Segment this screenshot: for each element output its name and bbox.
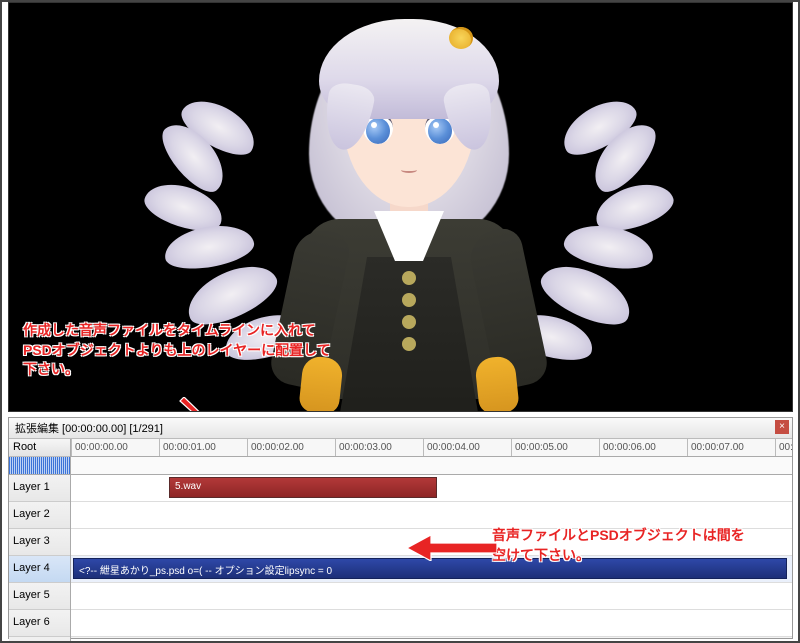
ruler-tick: 00:00:07.00	[687, 439, 775, 456]
ruler-tick: 00:00:03.00	[335, 439, 423, 456]
layer-label-column: Root Layer 1 Layer 2 Layer 3 Layer 4 Lay…	[9, 439, 71, 641]
timeline-titlebar[interactable]: 拡張編集 [00:00:00.00] [1/291] ×	[9, 418, 792, 439]
ruler-tick: 00:00:02.00	[247, 439, 335, 456]
annotation-text-1: 作成した音声ファイルをタイムラインに入れてPSDオブジェクトよりも上のレイヤーに…	[23, 321, 333, 380]
waveform-thumbnail[interactable]	[9, 457, 70, 475]
root-label[interactable]: Root	[9, 439, 70, 457]
layer-label-4[interactable]: Layer 4	[9, 556, 70, 583]
track-row-5[interactable]	[71, 583, 792, 610]
audio-clip[interactable]: 5.wav	[169, 477, 437, 498]
annotation-text-2: 音声ファイルとPSDオブジェクトは間を空けて下さい。	[492, 526, 782, 565]
layer-label-5[interactable]: Layer 5	[9, 583, 70, 610]
layer-label-1[interactable]: Layer 1	[9, 475, 70, 502]
track-row-2[interactable]	[71, 502, 792, 529]
ruler-tick: 00:00:01.00	[159, 439, 247, 456]
hair-ornament-icon	[449, 27, 473, 49]
ruler-tick: 00:00:05.00	[511, 439, 599, 456]
ruler-tick: 00:00:06.00	[599, 439, 687, 456]
preview-viewport[interactable]: 作成した音声ファイルをタイムラインに入れてPSDオブジェクトよりも上のレイヤーに…	[8, 2, 793, 412]
layer-label-3[interactable]: Layer 3	[9, 529, 70, 556]
track-row-6[interactable]	[71, 610, 792, 637]
ruler-tick: 00:00:08.00	[775, 439, 792, 456]
close-button[interactable]: ×	[775, 420, 789, 434]
ruler-tick: 00:00:04.00	[423, 439, 511, 456]
ruler-tick: 00:00:00.00	[71, 439, 159, 456]
time-ruler[interactable]: 00:00:00.00 00:00:01.00 00:00:02.00 00:0…	[71, 439, 792, 457]
layer-label-6[interactable]: Layer 6	[9, 610, 70, 637]
layer-label-2[interactable]: Layer 2	[9, 502, 70, 529]
track-row-1[interactable]: 5.wav	[71, 475, 792, 502]
timeline-title-text: 拡張編集 [00:00:00.00] [1/291]	[15, 423, 163, 435]
audio-ruler-row[interactable]	[71, 457, 792, 475]
